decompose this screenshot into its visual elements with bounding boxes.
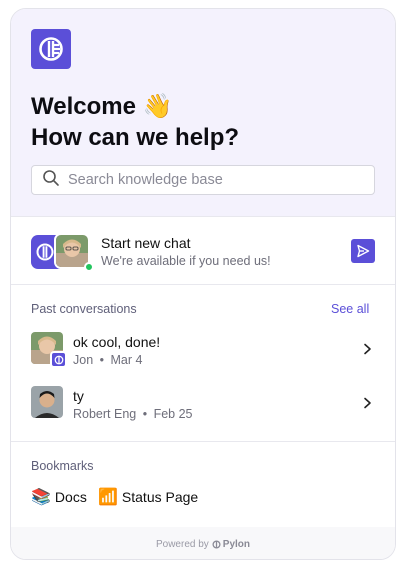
search-input[interactable] — [68, 172, 374, 188]
pylon-brand-label: Pylon — [222, 538, 251, 550]
conversation-date: Mar 4 — [110, 353, 143, 367]
new-chat-subtitle: We're available if you need us! — [101, 254, 271, 268]
new-chat-title: Start new chat — [101, 235, 191, 251]
online-status-dot — [84, 262, 94, 272]
powered-by-footer[interactable]: Powered by Pylon — [11, 527, 395, 559]
pylon-logo-icon — [31, 29, 71, 69]
search-icon — [42, 169, 60, 192]
meta-separator: • — [142, 407, 148, 421]
pylon-brand: Pylon — [212, 539, 250, 550]
chevron-right-icon — [364, 343, 371, 355]
powered-by-text: Powered by — [155, 538, 209, 550]
conversation-message: ty — [73, 388, 84, 404]
send-button[interactable] — [351, 239, 375, 263]
welcome-line: Welcome 👋 — [31, 93, 173, 120]
bookmark-label: Status Page — [121, 488, 199, 505]
see-all-link[interactable]: See all — [331, 302, 369, 316]
conversation-date: Feb 25 — [153, 407, 193, 421]
send-icon — [357, 244, 370, 258]
help-line: How can we help? — [31, 124, 240, 151]
conversation-meta: Robert Eng • Feb 25 — [73, 407, 193, 421]
books-icon: 📚 — [31, 487, 51, 506]
bookmark-label: Docs — [54, 488, 87, 505]
pylon-mark-icon — [212, 539, 221, 549]
signal-bars-icon: 📶 — [98, 487, 118, 506]
bookmarks-label: Bookmarks — [31, 459, 94, 473]
past-conversations-label: Past conversations — [31, 302, 137, 316]
conversation-message: ok cool, done! — [73, 334, 161, 350]
conversation-author: Robert Eng — [73, 407, 137, 421]
conversation-item[interactable]: ok cool, done! Jon • Mar 4 — [11, 324, 395, 374]
start-new-chat-row[interactable]: Start new chat We're available if you ne… — [11, 216, 395, 285]
support-widget: Welcome 👋 How can we help? Search knowle… — [10, 8, 396, 560]
conversation-author: Jon — [73, 353, 94, 367]
conversation-item[interactable]: ty Robert Eng • Feb 25 — [11, 378, 395, 428]
widget-header: Welcome 👋 How can we help? — [11, 9, 395, 216]
bookmark-docs[interactable]: 📚 Docs — [31, 487, 87, 506]
section-divider — [11, 441, 395, 442]
chevron-right-icon — [364, 397, 371, 409]
avatar — [31, 386, 63, 418]
brand-badge-icon — [50, 351, 67, 368]
search-box[interactable] — [31, 165, 375, 195]
meta-separator: • — [99, 353, 105, 367]
welcome-heading: Welcome 👋 How can we help? — [31, 91, 239, 153]
conversation-meta: Jon • Mar 4 — [73, 353, 142, 367]
bookmark-status-page[interactable]: 📶 Status Page — [98, 487, 198, 506]
